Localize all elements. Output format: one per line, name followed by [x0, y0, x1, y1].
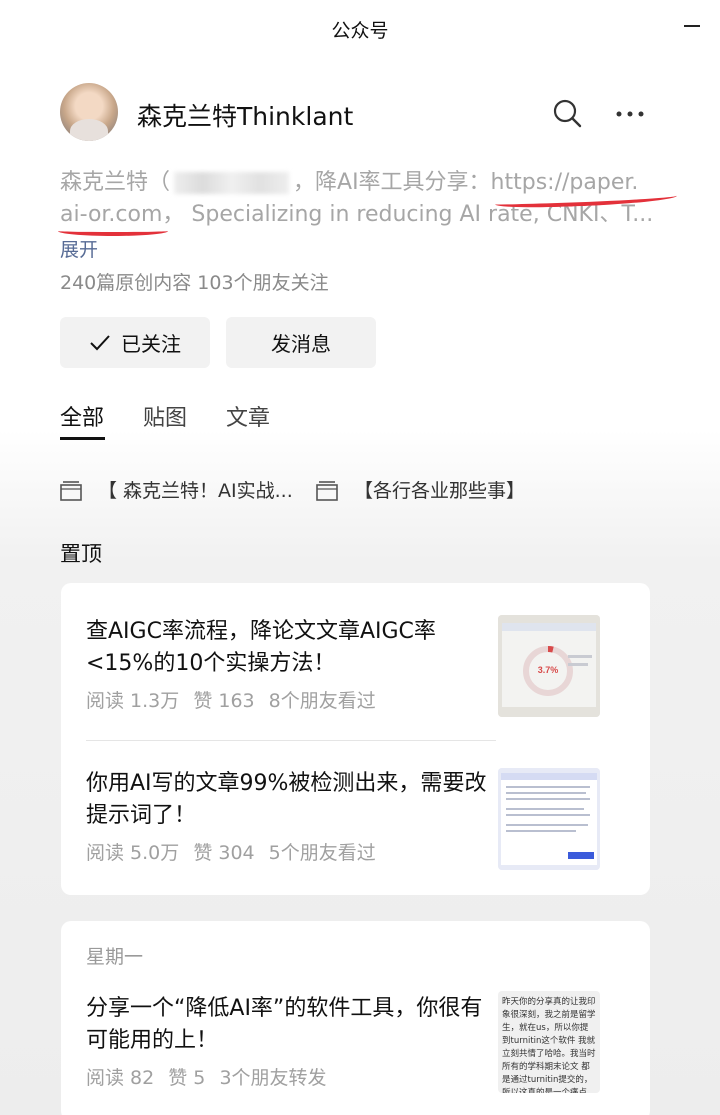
album-list: 【 森克兰特！AI实战... 【各行各业那些事】	[60, 476, 660, 506]
window-title: 公众号	[331, 20, 389, 42]
followed-label: 已关注	[121, 332, 181, 356]
album-label: 【各行各业那些事】	[354, 480, 526, 502]
active-tab-indicator	[60, 437, 105, 440]
article-thumbnail[interactable]: 3.7%	[498, 615, 600, 717]
search-icon[interactable]	[552, 98, 584, 130]
tab-all[interactable]: 全部	[60, 400, 104, 432]
pinned-section-title: 置顶	[60, 542, 102, 566]
desc-text-a: 森克兰特（	[60, 170, 171, 195]
article-reads: 阅读 5.0万	[86, 842, 180, 864]
article-friends: 5个朋友看过	[268, 842, 376, 864]
minimize-button[interactable]	[682, 10, 704, 32]
post-day: 星期一	[86, 946, 144, 968]
send-message-label: 发消息	[271, 332, 331, 356]
check-icon	[90, 334, 110, 350]
article-title: 分享一个“降低AI率”的软件工具，你很有可能用的上！	[86, 996, 483, 1053]
article-friends: 8个朋友看过	[268, 690, 376, 712]
divider	[86, 740, 496, 741]
article-thumbnail[interactable]	[498, 768, 600, 870]
article-thumbnail[interactable]: 昨天你的分享真的让我印象很深刻，我之前是留学生，就在us，所以你提到turnit…	[498, 991, 600, 1093]
account-stats: 240篇原创内容 103个朋友关注	[60, 272, 329, 294]
pinned-card: 查AIGC率流程，降论文文章AIGC率<15%的10个实操方法！ 阅读 1.3万…	[61, 583, 650, 895]
avatar[interactable]	[60, 83, 118, 141]
account-name: 森克兰特Thinklant	[137, 102, 354, 131]
more-icon[interactable]	[614, 98, 646, 130]
album-item[interactable]: 【 森克兰特！AI实战...	[60, 476, 293, 503]
article-likes: 赞 163	[193, 690, 255, 712]
album-label: 【 森克兰特！AI实战...	[98, 480, 293, 502]
album-item[interactable]: 【各行各业那些事】	[316, 476, 525, 503]
article-friends: 3个朋友转发	[219, 1067, 327, 1089]
album-icon	[316, 479, 338, 501]
followed-button[interactable]: 已关注	[60, 317, 210, 368]
redacted-blur	[174, 172, 290, 194]
article-title: 你用AI写的文章99%被检测出来，需要改提示词了！	[86, 771, 487, 828]
tab-articles[interactable]: 文章	[226, 400, 270, 432]
desc-text-b: ，降AI率工具分享：https://paper.	[293, 170, 639, 195]
thumb-percent: 3.7%	[538, 665, 559, 675]
expand-link[interactable]: 展开	[60, 235, 98, 262]
article-reads: 阅读 1.3万	[86, 690, 180, 712]
thumb-text: 昨天你的分享真的让我印象很深刻，我之前是留学生，就在us，所以你提到turnit…	[502, 997, 596, 1093]
title-bar: 公众号	[0, 0, 720, 56]
album-icon	[60, 479, 82, 501]
recent-card: 星期一 分享一个“降低AI率”的软件工具，你很有可能用的上！ 阅读 82 赞 5…	[61, 921, 650, 1115]
article-title: 查AIGC率流程，降论文文章AIGC率<15%的10个实操方法！	[86, 619, 436, 676]
article-likes: 赞 304	[193, 842, 255, 864]
tab-images[interactable]: 贴图	[143, 400, 187, 432]
account-header: 森克兰特Thinklant	[60, 83, 660, 143]
send-message-button[interactable]: 发消息	[226, 317, 376, 368]
article-likes: 赞 5	[168, 1067, 206, 1089]
article-reads: 阅读 82	[86, 1067, 155, 1089]
